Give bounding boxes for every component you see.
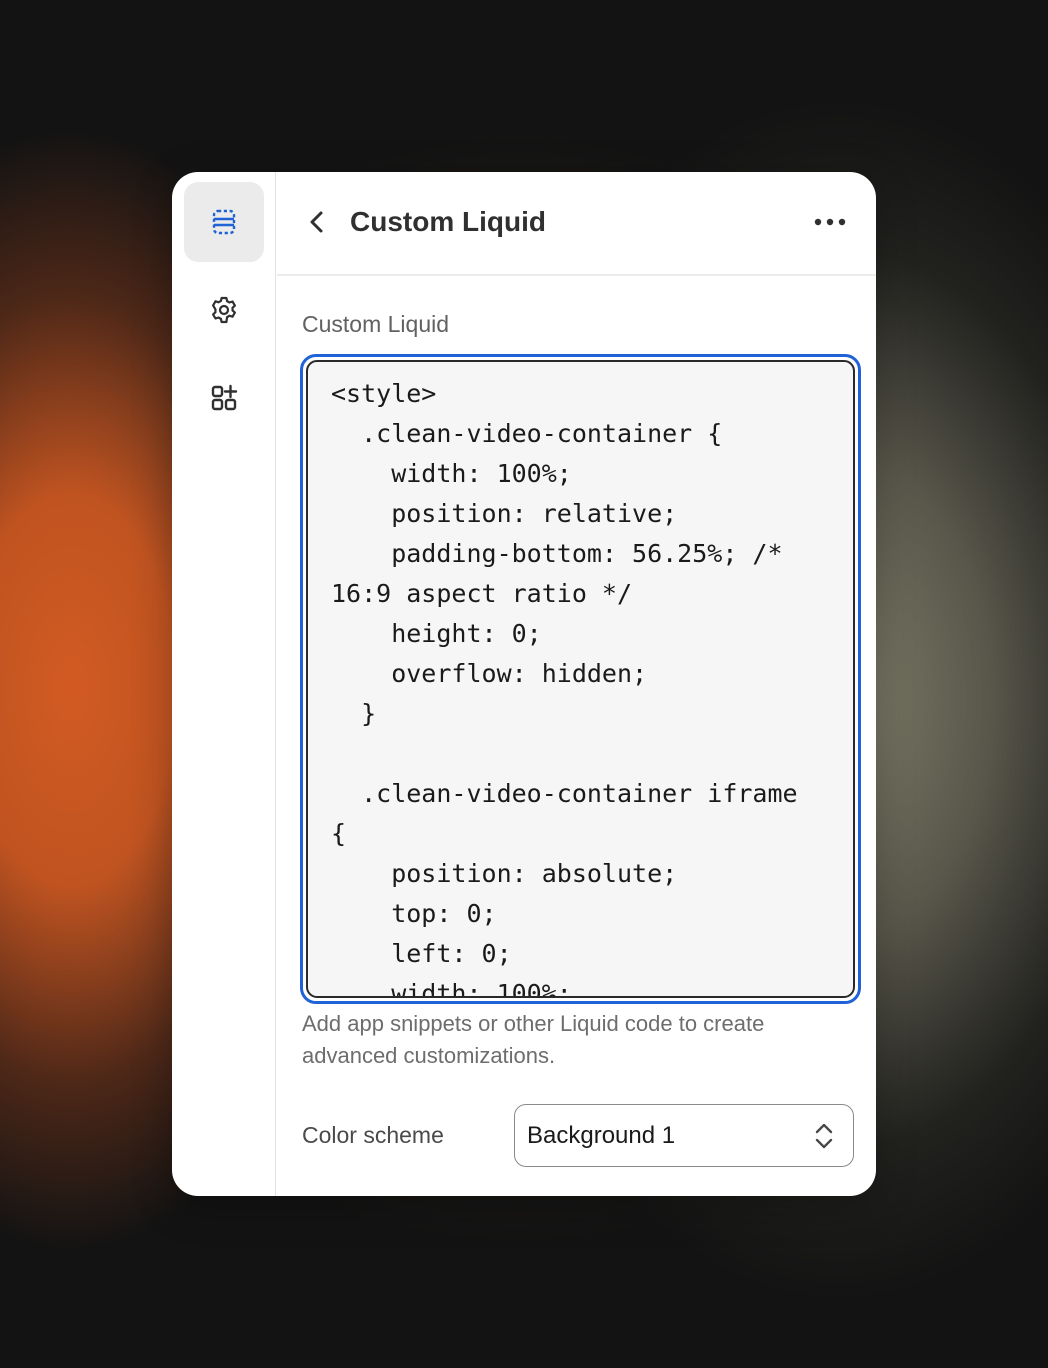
more-actions-button[interactable] xyxy=(808,200,852,244)
apps-button[interactable] xyxy=(184,358,264,438)
apps-add-icon xyxy=(211,384,238,411)
custom-liquid-code-editor[interactable]: <style> .clean-video-container { width: … xyxy=(306,360,855,998)
pane-header: Custom Liquid xyxy=(277,172,876,276)
settings-pane: Custom Liquid Custom Liquid <style> .cle… xyxy=(277,172,876,1196)
sections-button[interactable] xyxy=(184,182,264,262)
select-chevrons-icon xyxy=(815,1123,833,1149)
theme-editor-panel: Custom Liquid Custom Liquid <style> .cle… xyxy=(172,172,876,1196)
code-content[interactable]: <style> .clean-video-container { width: … xyxy=(331,374,853,996)
chevron-left-icon xyxy=(310,211,323,233)
color-scheme-select[interactable]: Background 1 xyxy=(514,1104,854,1167)
custom-liquid-label: Custom Liquid xyxy=(302,311,450,337)
sections-icon xyxy=(212,209,236,235)
back-button[interactable] xyxy=(297,202,337,242)
gear-icon xyxy=(212,296,236,324)
sidebar-rail xyxy=(172,172,276,1196)
color-scheme-value: Background 1 xyxy=(527,1122,676,1149)
color-scheme-label: Color scheme xyxy=(302,1122,444,1148)
more-horizontal-icon xyxy=(814,218,846,226)
code-editor-focus-ring: <style> .clean-video-container { width: … xyxy=(300,354,861,1004)
settings-button[interactable] xyxy=(184,270,264,350)
page-title: Custom Liquid xyxy=(350,206,546,237)
custom-liquid-help-text: Add app snippets or other Liquid code to… xyxy=(302,1011,765,1068)
